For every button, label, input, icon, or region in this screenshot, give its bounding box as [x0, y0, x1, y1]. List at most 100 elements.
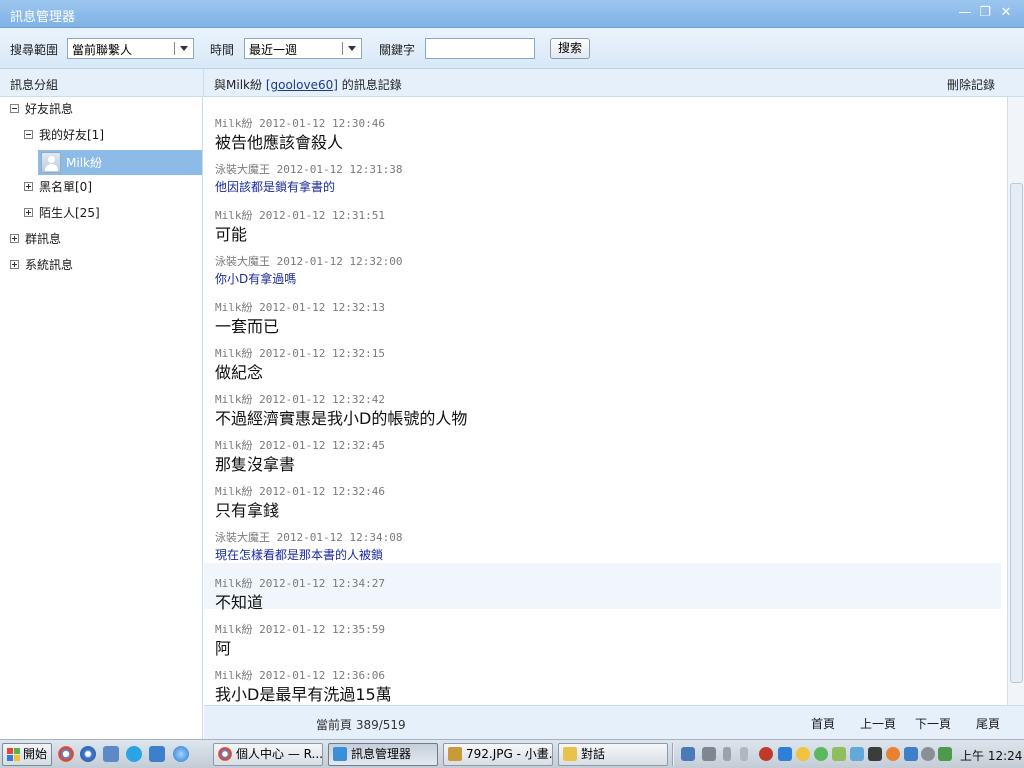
contact-name: Milk紛: [66, 156, 102, 170]
search-button[interactable]: 搜索: [550, 38, 590, 59]
tree-label: 黑名單[0]: [39, 180, 92, 194]
tray-app-icon[interactable]: [868, 747, 882, 761]
message-time: 2012-01-12 12:32:00: [276, 255, 403, 268]
chevron-down-icon[interactable]: [348, 46, 356, 51]
scope-select[interactable]: 當前聯繫人: [67, 38, 194, 59]
sidebar-tree: 好友訊息 我的好友[1] Milk紛 黑名單[0] 陌生人[25] 群訊息 系統…: [0, 97, 203, 739]
restore-button[interactable]: ❐: [977, 5, 993, 21]
tray-app-icon[interactable]: [850, 747, 864, 761]
start-label: 開始: [23, 747, 48, 761]
tree-label: 系統訊息: [25, 258, 74, 272]
task-button-message-manager[interactable]: 訊息管理器: [328, 743, 438, 766]
delete-records-button[interactable]: 刪除記錄: [947, 76, 995, 93]
tray-app-icon[interactable]: [921, 747, 935, 761]
message-item: Milk紛 2012-01-12 12:32:45 那隻沒拿書: [204, 425, 1001, 474]
expand-icon[interactable]: [10, 260, 19, 269]
task-label: 訊息管理器: [351, 747, 412, 761]
title-bar: 訊息管理器 — ❐ ✕: [0, 0, 1024, 28]
message-time: 2012-01-12 12:31:51: [259, 209, 385, 222]
keyword-label: 關鍵字: [379, 43, 416, 57]
tray-qq-icon[interactable]: [796, 747, 810, 761]
tree-item-contact-selected[interactable]: Milk紛: [38, 150, 202, 175]
expand-icon[interactable]: [10, 234, 19, 243]
media-player-icon[interactable]: [80, 746, 96, 762]
message-time: 2012-01-12 12:31:38: [276, 163, 403, 176]
task-label: 個人中心 — R...: [236, 747, 323, 761]
window-title: 訊息管理器: [10, 10, 76, 25]
messenger-icon[interactable]: [149, 746, 165, 762]
collapse-icon[interactable]: [10, 104, 19, 113]
tray-app-icon[interactable]: [886, 747, 900, 761]
tree-label: 群訊息: [25, 232, 62, 246]
task-button-folder[interactable]: 對話: [558, 743, 668, 766]
keyword-input[interactable]: [425, 38, 535, 59]
next-page-button[interactable]: 下一頁: [915, 715, 951, 732]
message-item: Milk紛 2012-01-12 12:31:51 可能: [204, 195, 1001, 244]
tray-device-icon[interactable]: [723, 747, 731, 761]
skype-icon[interactable]: [126, 746, 142, 762]
message-item: Milk紛 2012-01-12 12:32:46 只有拿錢: [204, 471, 1001, 520]
tray-shield-icon[interactable]: [814, 747, 828, 761]
expand-icon[interactable]: [24, 182, 33, 191]
collapse-icon[interactable]: [24, 130, 33, 139]
chrome-icon: [218, 747, 232, 761]
message-list: Milk紛 2012-01-12 12:30:46 被告他應該會殺人 泳裝大魔王…: [204, 97, 1007, 705]
start-button[interactable]: 開始: [2, 743, 52, 766]
combo-separator: [174, 42, 175, 55]
message-sender: 泳裝大魔王: [215, 255, 270, 268]
first-page-button[interactable]: 首頁: [811, 715, 835, 732]
taskbar: 開始 個人中心 — R... 訊息管理器 792.JPG - 小畫... 對話 …: [0, 739, 1024, 768]
tray-app-icon[interactable]: [938, 747, 952, 761]
tree-item-system[interactable]: 系統訊息: [10, 254, 73, 276]
tray-app-icon[interactable]: [904, 747, 918, 761]
internet-explorer-icon[interactable]: [173, 746, 189, 762]
tray-device-icon[interactable]: [740, 747, 748, 761]
combo-separator: [342, 42, 343, 55]
groups-header: 訊息分組: [10, 78, 59, 92]
prev-page-button[interactable]: 上一頁: [860, 715, 896, 732]
section-header: 訊息分組 與Milk紛 [goolove60] 的訊息記錄 刪除記錄: [0, 69, 1024, 97]
task-button-paint[interactable]: 792.JPG - 小畫...: [443, 743, 553, 766]
tree-item-blacklist[interactable]: 黑名單[0]: [24, 176, 92, 198]
paint-icon: [448, 747, 462, 761]
tray-separator: [672, 743, 674, 766]
tree-item-my-friends[interactable]: 我的好友[1]: [24, 124, 104, 146]
tray-app-icon[interactable]: [681, 747, 695, 761]
chevron-down-icon[interactable]: [180, 46, 188, 51]
message-item: Milk紛 2012-01-12 12:35:59 阿: [204, 609, 1001, 658]
last-page-button[interactable]: 尾頁: [976, 715, 1000, 732]
minimize-button[interactable]: —: [957, 5, 973, 21]
windows-flag-icon: [7, 748, 20, 761]
chrome-icon[interactable]: [58, 746, 74, 762]
expand-icon[interactable]: [24, 208, 33, 217]
message-text: 我小D是最早有洗過15萬: [215, 685, 392, 704]
scrollbar-thumb[interactable]: [1010, 183, 1023, 683]
contact-id-link[interactable]: [goolove60]: [266, 78, 338, 92]
message-scrollbar[interactable]: [1007, 97, 1024, 705]
tray-network-icon[interactable]: [702, 747, 716, 761]
message-item: Milk紛 2012-01-12 12:32:13 一套而已: [204, 287, 1001, 336]
message-time: 2012-01-12 12:34:27: [259, 577, 385, 590]
time-select[interactable]: 最近一週: [244, 38, 362, 59]
message-item: Milk紛 2012-01-12 12:32:42 不過經濟實惠是我小D的帳號的…: [204, 379, 1001, 428]
app-icon[interactable]: [103, 746, 119, 762]
message-time: 2012-01-12 12:35:59: [259, 623, 385, 636]
message-meta: 泳裝大魔王 2012-01-12 12:32:00: [215, 253, 402, 269]
task-button-chrome[interactable]: 個人中心 — R...: [213, 743, 323, 766]
tree-item-groups[interactable]: 群訊息: [10, 228, 61, 250]
time-value: 最近一週: [249, 43, 298, 57]
close-button[interactable]: ✕: [998, 5, 1014, 21]
tray-person-icon[interactable]: [759, 747, 773, 761]
tree-item-friends[interactable]: 好友訊息: [10, 98, 73, 120]
message-meta: Milk紛 2012-01-12 12:35:59: [215, 621, 385, 637]
conversation-title: 與Milk紛 [goolove60] 的訊息記錄: [214, 76, 402, 93]
message-text: 你小D有拿過嗎: [215, 272, 297, 286]
scope-label: 搜尋範圍: [10, 43, 59, 57]
folder-icon: [563, 747, 577, 761]
tree-item-strangers[interactable]: 陌生人[25]: [24, 202, 100, 224]
tray-app-icon[interactable]: [832, 747, 846, 761]
message-item-highlighted: Milk紛 2012-01-12 12:34:27 不知道: [204, 563, 1001, 612]
scope-value: 當前聯繫人: [72, 43, 133, 57]
tray-app-icon[interactable]: [778, 747, 792, 761]
avatar: [41, 152, 61, 173]
